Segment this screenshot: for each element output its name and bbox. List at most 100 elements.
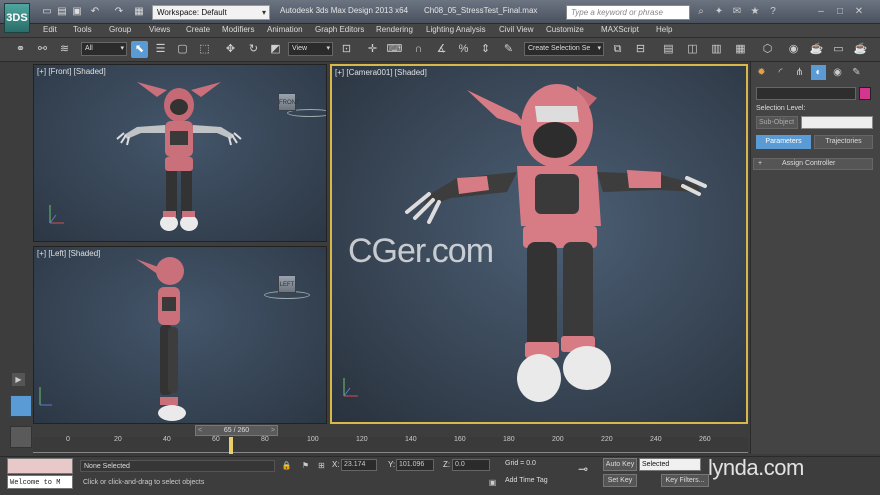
spinner-snap-icon[interactable]: ⇕ [477,41,494,58]
menu-modifiers[interactable]: Modifiers [222,25,254,34]
left-viewport[interactable]: [+] [Left] [Shaded] LEFT [33,246,327,424]
x-coordinate-field[interactable]: 23.174 [341,459,377,471]
close-icon[interactable]: ✕ [852,5,866,19]
track-bar[interactable]: 0 20 40 60 80 100 120 140 160 180 200 22… [33,436,748,457]
menu-tools[interactable]: Tools [73,25,92,34]
select-by-name-icon[interactable]: ☰ [152,41,169,58]
project-folder-icon[interactable]: ▦ [132,5,146,19]
pivot-center-icon[interactable]: ⊡ [338,41,355,58]
object-name-field[interactable] [756,87,856,100]
y-coordinate-field[interactable]: 101.096 [396,459,434,471]
save-file-icon[interactable]: ▣ [70,5,84,19]
render-frame-icon[interactable]: ▭ [830,41,847,58]
viewport-layout-alt-icon[interactable] [10,426,32,448]
menu-civil-view[interactable]: Civil View [499,25,534,34]
material-editor-icon[interactable]: ◉ [785,41,802,58]
undo-icon[interactable]: ↶ [88,5,102,19]
trajectories-tab[interactable]: Trajectories [814,135,873,149]
render-setup-icon[interactable]: ☕ [808,41,825,58]
menu-create[interactable]: Create [186,25,210,34]
assign-controller-rollout[interactable]: + Assign Controller [753,158,873,170]
select-and-manipulate-icon[interactable]: ✛ [364,41,381,58]
menu-maxscript[interactable]: MAXScript [601,25,639,34]
hierarchy-tab-icon[interactable]: ⋔ [792,65,807,80]
render-production-icon[interactable]: ☕ [852,41,869,58]
align-icon[interactable]: ⊟ [632,41,649,58]
reference-coordinate-dropdown[interactable]: View ▾ [288,42,333,56]
maxscript-mini-listener[interactable]: Welcome to M [7,475,73,489]
binoculars-icon[interactable]: ⌕ [694,5,708,19]
current-frame-marker[interactable] [229,437,233,454]
menu-views[interactable]: Views [149,25,170,34]
create-tab-icon[interactable]: ✹ [754,65,769,80]
next-frame-icon[interactable]: > [271,426,275,435]
communication-center-icon[interactable]: ✉ [730,5,744,19]
prev-frame-icon[interactable]: < [198,426,202,435]
key-mode-dropdown[interactable]: Selected [639,458,701,471]
menu-lighting-analysis[interactable]: Lighting Analysis [426,25,486,34]
maxscript-listener[interactable] [7,458,73,474]
z-coordinate-field[interactable]: 0.0 [452,459,490,471]
display-tab-icon[interactable]: ◉ [830,65,845,80]
schematic-view-icon[interactable]: ⬡ [759,41,776,58]
menu-customize[interactable]: Customize [546,25,584,34]
lock-selection-icon[interactable]: 🔒 [281,460,292,471]
menu-rendering[interactable]: Rendering [376,25,413,34]
set-key-icon[interactable]: ⊸ [578,462,588,476]
motion-tab-icon[interactable]: ◐ [811,65,826,80]
graphite-ribbon-icon[interactable]: ▥ [708,41,725,58]
edit-named-selection-icon[interactable]: ✎ [500,41,517,58]
menu-animation[interactable]: Animation [267,25,303,34]
minimize-icon[interactable]: – [814,5,828,19]
set-key-button[interactable]: Set Key [603,474,637,487]
unlink-icon[interactable]: ⚯ [34,41,51,58]
menu-edit[interactable]: Edit [43,25,57,34]
angle-snap-icon[interactable]: ∡ [433,41,450,58]
menu-help[interactable]: Help [656,25,672,34]
app-logo[interactable]: 3DS [4,3,30,33]
sub-object-button[interactable]: Sub-Object [756,116,798,129]
modify-tab-icon[interactable]: ◜ [773,65,788,80]
curve-editor-icon[interactable]: ▦ [732,41,749,58]
auto-key-button[interactable]: Auto Key [603,458,637,471]
help-icon[interactable]: ? [766,5,780,19]
select-and-scale-icon[interactable]: ◩ [267,41,284,58]
selection-filter-dropdown[interactable]: All ▾ [81,42,127,56]
subscription-center-icon[interactable]: ✦ [712,5,726,19]
time-tag-icon[interactable]: ▣ [487,477,498,488]
utilities-tab-icon[interactable]: ✎ [849,65,864,80]
named-selection-dropdown[interactable]: Create Selection Se ▾ [524,42,604,56]
snaps-toggle-icon[interactable]: ∩ [410,41,427,58]
select-object-icon[interactable]: ⬉ [131,41,148,58]
favorites-icon[interactable]: ★ [748,5,762,19]
select-and-rotate-icon[interactable]: ↻ [245,41,262,58]
link-icon[interactable]: ⚭ [12,41,29,58]
key-filters-button[interactable]: Key Filters... [661,474,709,487]
percent-snap-icon[interactable]: % [455,41,472,58]
window-crossing-icon[interactable]: ⬚ [196,41,213,58]
bind-space-warp-icon[interactable]: ≋ [56,41,73,58]
keyboard-shortcut-override-icon[interactable]: ⌨ [386,41,403,58]
layer-manager-icon[interactable]: ◫ [684,41,701,58]
front-viewport[interactable]: [+] [Front] [Shaded] FRONT [33,64,327,242]
expand-icon[interactable]: ▶ [12,373,25,386]
workspace-dropdown[interactable]: Workspace: Default ▾ [152,5,270,20]
isolate-icon[interactable]: ⚑ [300,460,311,471]
select-and-move-icon[interactable]: ✥ [222,41,239,58]
maximize-icon[interactable]: □ [833,5,847,19]
new-file-icon[interactable]: ▭ [40,5,54,19]
open-file-icon[interactable]: ▤ [55,5,69,19]
menu-group[interactable]: Group [109,25,131,34]
search-input[interactable]: Type a keyword or phrase [566,5,690,20]
absolute-mode-icon[interactable]: ⊞ [316,460,327,471]
parameters-tab[interactable]: Parameters [756,135,811,149]
scene-explorer-icon[interactable]: ▤ [660,41,677,58]
mirror-icon[interactable]: ⧉ [609,41,626,58]
menu-graph-editors[interactable]: Graph Editors [315,25,364,34]
rectangular-selection-icon[interactable]: ▢ [174,41,191,58]
sub-object-dropdown[interactable] [801,116,873,129]
viewport-layout-icon[interactable] [10,395,32,417]
add-time-tag-button[interactable]: Add Time Tag [505,477,548,484]
redo-icon[interactable]: ↷ [112,5,126,19]
time-slider[interactable]: < 65 / 260 > [195,425,278,436]
